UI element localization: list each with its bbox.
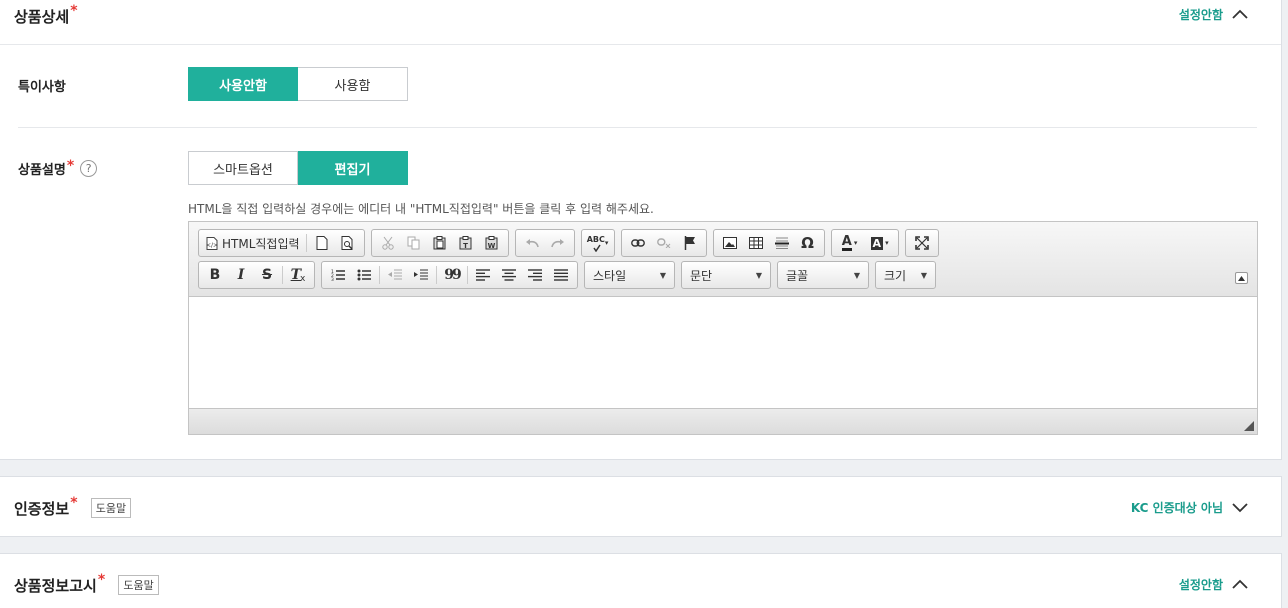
paste-icon[interactable]	[427, 231, 453, 255]
new-page-icon[interactable]	[309, 231, 335, 255]
special-notes-toggle: 사용안함 사용함	[188, 67, 408, 101]
spellcheck-icon[interactable]: ABC ▾	[585, 231, 611, 255]
toolbar-group-document: </> HTML직접입력	[198, 229, 365, 257]
certification-panel: 인증정보* 도움말 KC 인증대상 아님	[0, 476, 1282, 537]
toolbar-row-2: B I S Tx 123 99 스타일 ▼ 문단 ▼ 글꼴 ▼ 크기 ▼	[198, 261, 936, 289]
copy-icon[interactable]	[401, 231, 427, 255]
description-mode-toggle: 스마트옵션 편집기	[188, 151, 408, 185]
omega-icon[interactable]: Ω	[795, 231, 821, 255]
editor-statusbar	[189, 408, 1257, 434]
paste-text-icon[interactable]: T	[453, 231, 479, 255]
product-detail-title: 상품상세*	[14, 3, 78, 26]
toolbar-group-paragraph: 123 99	[321, 261, 578, 289]
certification-title: 인증정보* 도움말	[14, 495, 132, 520]
align-justify-icon[interactable]	[548, 263, 574, 287]
toolbar-row-1: </> HTML직접입력 T W ABC ▾ Ω A ▾ A ▾	[198, 229, 939, 257]
divider	[0, 44, 1281, 45]
outdent-icon[interactable]	[382, 263, 408, 287]
style-select[interactable]: 스타일 ▼	[584, 261, 675, 289]
font-size-select[interactable]: 크기 ▼	[875, 261, 936, 289]
product-detail-toggle[interactable]: 설정안함	[1179, 6, 1251, 23]
description-label: 상품설명 * ?	[18, 157, 98, 178]
svg-text:</>: </>	[206, 242, 218, 249]
source-icon: </>	[206, 236, 218, 250]
dropdown-arrow-icon: ▼	[853, 270, 860, 280]
product-notice-title: 상품정보고시* 도움말	[14, 572, 159, 597]
product-notice-panel: 상품정보고시* 도움말 설정안함	[0, 553, 1282, 608]
svg-text:3: 3	[331, 277, 334, 281]
special-notes-off-button[interactable]: 사용안함	[188, 67, 298, 101]
toolbar-group-basic-styles: B I S Tx	[198, 261, 315, 289]
toolbar-group-spell: ABC ▾	[580, 229, 615, 257]
preview-icon[interactable]	[335, 231, 361, 255]
editor-content-area[interactable]	[189, 297, 1257, 408]
maximize-icon[interactable]	[909, 231, 935, 255]
table-icon[interactable]	[743, 231, 769, 255]
product-notice-status: 설정안함	[1178, 578, 1223, 592]
help-question-icon[interactable]: ?	[80, 160, 98, 177]
toolbar-group-clipboard: T W	[370, 229, 509, 257]
unlink-icon[interactable]	[651, 231, 677, 255]
svg-text:W: W	[488, 242, 496, 250]
background-color-icon[interactable]: A ▾	[865, 231, 895, 255]
strike-button[interactable]: S	[254, 263, 280, 287]
cut-icon[interactable]	[375, 231, 401, 255]
link-icon[interactable]	[625, 231, 651, 255]
dropdown-arrow-icon: ▼	[659, 270, 666, 280]
svg-text:T: T	[463, 242, 468, 250]
undo-icon[interactable]	[519, 231, 545, 255]
align-center-icon[interactable]	[496, 263, 522, 287]
redo-icon[interactable]	[545, 231, 571, 255]
chevron-up-icon[interactable]	[1231, 578, 1251, 592]
toolbar-group-insert: Ω	[712, 229, 825, 257]
numbered-list-icon[interactable]: 123	[325, 263, 351, 287]
bullet-list-icon[interactable]	[351, 263, 377, 287]
certification-help-button[interactable]: 도움말	[90, 497, 132, 518]
paragraph-format-select[interactable]: 문단 ▼	[681, 261, 771, 289]
required-mark: *	[70, 3, 78, 19]
editor-button[interactable]: 편집기	[298, 151, 408, 185]
product-detail-panel: 상품상세* 설정안함 특이사항 사용안함 사용함 상품설명 * ? 스마트옵션 편…	[0, 0, 1282, 460]
toolbar-group-history	[514, 229, 575, 257]
certification-toggle[interactable]: KC 인증대상 아님	[1131, 499, 1251, 516]
toolbar-group-view	[904, 229, 939, 257]
clear-format-icon[interactable]: Tx	[285, 263, 311, 287]
chevron-down-icon[interactable]	[1231, 501, 1251, 515]
html-direct-input-button[interactable]: </> HTML직접입력	[202, 231, 304, 255]
toolbar-group-colors: A ▾ A ▾	[830, 229, 899, 257]
blockquote-icon[interactable]: 99	[439, 263, 465, 287]
align-right-icon[interactable]	[522, 263, 548, 287]
toolbar-group-links	[620, 229, 707, 257]
product-notice-help-button[interactable]: 도움말	[118, 574, 159, 595]
special-notes-label: 특이사항	[18, 80, 66, 95]
resize-handle-icon[interactable]	[1244, 421, 1254, 431]
required-mark: *	[97, 572, 106, 588]
divider	[18, 127, 1257, 128]
horizontal-rule-icon[interactable]	[769, 231, 795, 255]
bold-button[interactable]: B	[202, 263, 228, 287]
editor-toolbar: </> HTML직접입력 T W ABC ▾ Ω A ▾ A ▾ B I S T…	[189, 222, 1257, 297]
required-mark: *	[66, 157, 75, 174]
product-detail-status: 설정안함	[1178, 8, 1223, 22]
anchor-flag-icon[interactable]	[677, 231, 703, 255]
font-select[interactable]: 글꼴 ▼	[777, 261, 869, 289]
dropdown-arrow-icon: ▼	[920, 270, 927, 280]
product-notice-toggle[interactable]: 설정안함	[1179, 576, 1251, 593]
text-color-icon[interactable]: A ▾	[835, 231, 865, 255]
required-mark: *	[70, 495, 78, 511]
html-hint-text: HTML을 직접 입력하실 경우에는 에디터 내 "HTML직접입력" 버튼을 …	[188, 202, 654, 216]
special-notes-on-button[interactable]: 사용함	[298, 67, 408, 101]
indent-icon[interactable]	[408, 263, 434, 287]
align-left-icon[interactable]	[470, 263, 496, 287]
rich-text-editor: </> HTML직접입력 T W ABC ▾ Ω A ▾ A ▾ B I S T…	[188, 221, 1258, 435]
image-icon[interactable]	[717, 231, 743, 255]
paste-word-icon[interactable]: W	[479, 231, 505, 255]
chevron-up-icon[interactable]	[1231, 8, 1251, 22]
smart-option-button[interactable]: 스마트옵션	[188, 151, 298, 185]
dropdown-arrow-icon: ▼	[755, 270, 762, 280]
collapse-toolbar-icon[interactable]	[1235, 272, 1248, 284]
certification-status: KC 인증대상 아님	[1130, 501, 1223, 515]
italic-button[interactable]: I	[228, 263, 254, 287]
